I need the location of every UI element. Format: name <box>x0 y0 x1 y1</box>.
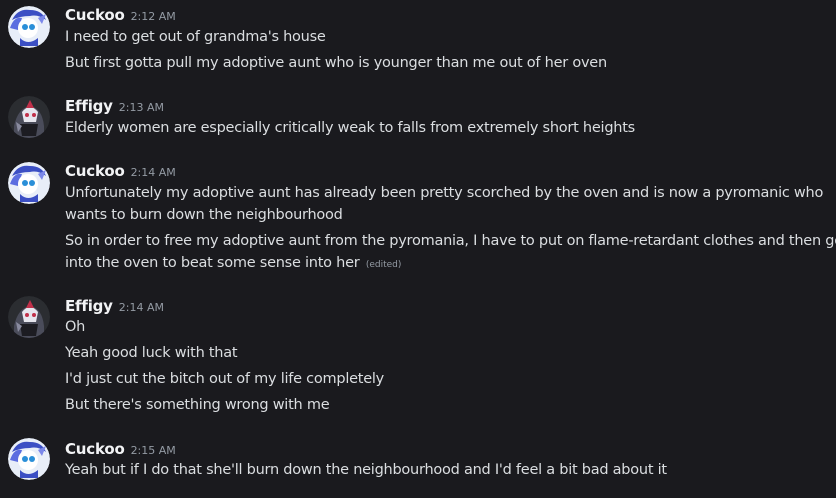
message-text: wants to burn down the neighbourhood <box>65 207 343 223</box>
chat-message-list: Cuckoo 2:12 AM I need to get out of grand… <box>0 0 836 498</box>
effigy-avatar-icon[interactable] <box>8 296 50 338</box>
timestamp[interactable]: 2:14 AM <box>131 166 176 179</box>
message-text: Yeah good luck with that <box>65 345 238 361</box>
edited-label[interactable]: (edited) <box>366 260 402 270</box>
message-text: Oh <box>65 319 86 335</box>
cuckoo-avatar-icon[interactable] <box>8 6 50 48</box>
username[interactable]: Effigy <box>65 97 113 115</box>
message-text: But first gotta pull my adoptive aunt wh… <box>65 55 607 71</box>
message-text: So in order to free my adoptive aunt fro… <box>65 233 836 249</box>
message-text: But there's something wrong with me <box>65 397 330 413</box>
timestamp[interactable]: 2:14 AM <box>119 301 164 314</box>
timestamp[interactable]: 2:13 AM <box>119 101 164 114</box>
message-text: Unfortunately my adoptive aunt has alrea… <box>65 185 824 201</box>
message-text: I'd just cut the bitch out of my life co… <box>65 371 384 387</box>
cuckoo-avatar-icon[interactable] <box>8 162 50 204</box>
username[interactable]: Cuckoo <box>65 6 125 24</box>
message-text: Yeah but if I do that she'll burn down t… <box>65 462 667 478</box>
timestamp[interactable]: 2:15 AM <box>131 444 176 457</box>
username[interactable]: Cuckoo <box>65 440 125 458</box>
message-text: Elderly women are especially critically … <box>65 120 635 136</box>
effigy-avatar-icon[interactable] <box>8 96 50 138</box>
timestamp[interactable]: 2:12 AM <box>131 10 176 23</box>
username[interactable]: Cuckoo <box>65 162 125 180</box>
message-text: into the oven to beat some sense into he… <box>65 252 401 276</box>
username[interactable]: Effigy <box>65 297 113 315</box>
message-text: I need to get out of grandma's house <box>65 29 326 45</box>
cuckoo-avatar-icon[interactable] <box>8 438 50 480</box>
message-text-body: into the oven to beat some sense into he… <box>65 255 360 271</box>
